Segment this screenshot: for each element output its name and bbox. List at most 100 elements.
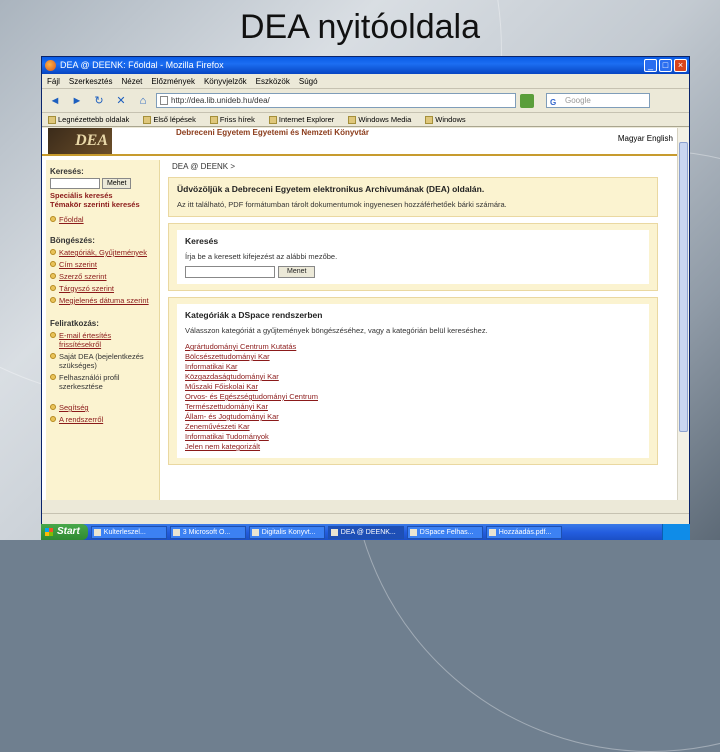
sidebar-item-home[interactable]: Főoldal: [50, 215, 155, 224]
sidebar-search-button[interactable]: Mehet: [102, 178, 132, 189]
search-placeholder: Google: [565, 96, 591, 105]
sidebar-search-input[interactable]: [50, 178, 100, 189]
sidebar-item-author[interactable]: Szerző szerint: [50, 272, 155, 281]
menu-file[interactable]: Fájl: [47, 74, 60, 88]
main-search-button[interactable]: Menet: [278, 266, 316, 278]
taskbar-item-active[interactable]: DEA @ DEENK...: [327, 525, 404, 539]
categories-panel: Kategóriák a DSpace rendszerben Válasszo…: [168, 297, 658, 465]
taskbar-item[interactable]: 3 Microsoft O...: [169, 525, 246, 539]
sidebar-item-label: Megjelenés dátuma szerint: [59, 296, 149, 305]
close-button[interactable]: ×: [674, 59, 687, 72]
category-link[interactable]: Bölcsészettudományi Kar: [185, 352, 641, 362]
sidebar-item-label: Cím szerint: [59, 260, 97, 269]
sidebar-search-heading: Keresés:: [50, 167, 84, 176]
sidebar-item-title[interactable]: Cím szerint: [50, 260, 155, 269]
window-titlebar[interactable]: DEA @ DEENK: Főoldal - Mozilla Firefox _…: [42, 57, 689, 74]
sidebar-item-label: A rendszerről: [59, 415, 104, 424]
taskbar-item[interactable]: DSpace Felhas...: [406, 525, 483, 539]
bookmark-icon: [209, 115, 218, 124]
bookmark-label: Legnézettebb oldalak: [58, 114, 130, 124]
sidebar-item-profile[interactable]: Felhasználói profil szerkesztése: [50, 373, 155, 391]
page-viewport: DEA Debreceni Egyetem Egyetemi és Nemzet…: [42, 128, 679, 500]
go-icon[interactable]: [520, 93, 534, 108]
slide-title: DEA nyitóoldala: [239, 8, 481, 46]
category-link[interactable]: Zeneművészeti Kar: [185, 422, 641, 432]
sidebar-item-subject[interactable]: Tárgyszó szerint: [50, 284, 155, 293]
sidebar-item-about[interactable]: A rendszerről: [50, 415, 155, 424]
taskbar-item[interactable]: Hozzáadás.pdf...: [485, 525, 562, 539]
address-bar[interactable]: http://dea.lib.unideb.hu/dea/: [156, 93, 516, 108]
search-input[interactable]: G Google: [546, 93, 650, 108]
bookmark-item[interactable]: Friss hírek: [209, 113, 255, 126]
maximize-button[interactable]: □: [659, 59, 672, 72]
sidebar-item-date[interactable]: Megjelenés dátuma szerint: [50, 296, 155, 305]
reload-icon[interactable]: ↻: [90, 93, 108, 109]
browse-heading: Böngészés:: [50, 236, 95, 245]
sidebar-item-label: E-mail értesítés frissítésekről: [59, 331, 112, 349]
sidebar-item-categories[interactable]: Kategóriák, Gyűjtemények: [50, 248, 155, 257]
language-switch[interactable]: Magyar English: [618, 134, 673, 143]
bookmark-item[interactable]: Első lépések: [143, 113, 196, 126]
minimize-button[interactable]: _: [644, 59, 657, 72]
welcome-panel: Üdvözöljük a Debreceni Egyetem elektroni…: [168, 177, 658, 217]
google-icon: G: [550, 98, 557, 107]
start-button[interactable]: Start: [41, 524, 88, 540]
bullet-icon: [50, 216, 56, 222]
advanced-search-link[interactable]: Speciális keresés: [50, 191, 155, 200]
category-link[interactable]: Közgazdaságtudományi Kar: [185, 372, 641, 382]
forward-icon[interactable]: ►: [68, 93, 86, 109]
menu-bookmarks[interactable]: Könyvjelzők: [204, 74, 247, 88]
dea-logo[interactable]: DEA: [48, 128, 112, 154]
bookmark-item[interactable]: Legnézettebb oldalak: [48, 113, 129, 126]
menu-history[interactable]: Előzmények: [151, 74, 195, 88]
menu-tools[interactable]: Eszközök: [256, 74, 290, 88]
menu-bar: Fájl Szerkesztés Nézet Előzmények Könyvj…: [42, 74, 689, 89]
sidebar-item-label: Szerző szerint: [59, 272, 107, 281]
address-text: http://dea.lib.unideb.hu/dea/: [171, 96, 270, 105]
vertical-scrollbar[interactable]: [677, 128, 689, 500]
home-icon[interactable]: ⌂: [134, 93, 152, 109]
stop-icon[interactable]: ✕: [112, 93, 130, 109]
scroll-thumb[interactable]: [679, 142, 688, 432]
welcome-text: Az itt található, PDF formátumban tárolt…: [177, 200, 507, 209]
menu-edit[interactable]: Szerkesztés: [69, 74, 113, 88]
sidebar-item-help[interactable]: Segítség: [50, 403, 155, 412]
sidebar-item-label: Felhasználói profil szerkesztése: [59, 373, 120, 391]
menu-view[interactable]: Nézet: [121, 74, 142, 88]
bookmarks-toolbar: Legnézettebb oldalak Első lépések Friss …: [42, 113, 689, 127]
category-link[interactable]: Műszaki Főiskolai Kar: [185, 382, 641, 392]
back-icon[interactable]: ◄: [46, 93, 64, 109]
subscribe-heading: Feliratkozás:: [50, 319, 99, 328]
main-search-input[interactable]: [185, 266, 275, 278]
bookmark-item[interactable]: Internet Explorer: [268, 113, 335, 126]
bullet-icon: [50, 261, 56, 267]
browser-window: DEA @ DEENK: Főoldal - Mozilla Firefox _…: [41, 56, 690, 526]
bookmark-item[interactable]: Windows Media: [348, 113, 411, 126]
search-instructions: Írja be a keresett kifejezést az alábbi …: [185, 252, 338, 261]
sidebar-item-label: Tárgyszó szerint: [59, 284, 115, 293]
bookmark-item[interactable]: Windows: [425, 113, 466, 126]
system-tray: [662, 524, 690, 540]
window-title: DEA @ DEENK: Főoldal - Mozilla Firefox: [60, 60, 224, 70]
taskbar-item[interactable]: Kulterleszel...: [90, 525, 167, 539]
category-link[interactable]: Természettudományi Kar: [185, 402, 641, 412]
bookmark-label: Internet Explorer: [278, 114, 335, 124]
breadcrumb[interactable]: DEA @ DEENK >: [172, 162, 658, 171]
subject-search-link[interactable]: Témakör szerinti keresés: [50, 200, 155, 209]
bookmark-icon: [425, 115, 434, 124]
firefox-icon: [45, 60, 56, 71]
category-link[interactable]: Agrártudományi Centrum Kutatás: [185, 342, 641, 352]
bookmark-icon: [348, 115, 357, 124]
taskbar-item[interactable]: Digitalis Konyvt...: [248, 525, 325, 539]
category-link[interactable]: Jelen nem kategorizált: [185, 442, 641, 452]
sidebar-item-email-alert[interactable]: E-mail értesítés frissítésekről: [50, 331, 155, 349]
category-link[interactable]: Orvos- és Egészségtudományi Centrum: [185, 392, 641, 402]
category-link[interactable]: Informatikai Kar: [185, 362, 641, 372]
menu-help[interactable]: Súgó: [299, 74, 318, 88]
category-link[interactable]: Állam- és Jogtudományi Kar: [185, 412, 641, 422]
category-link[interactable]: Informatikai Tudományok: [185, 432, 641, 442]
sidebar-item-my-dea[interactable]: Saját DEA (bejelentkezés szükséges): [50, 352, 155, 370]
categories-title: Kategóriák a DSpace rendszerben: [185, 310, 323, 320]
sidebar-item-label: Saját DEA (bejelentkezés szükséges): [59, 352, 144, 370]
category-list: Agrártudományi Centrum Kutatás Bölcsésze…: [185, 342, 641, 452]
